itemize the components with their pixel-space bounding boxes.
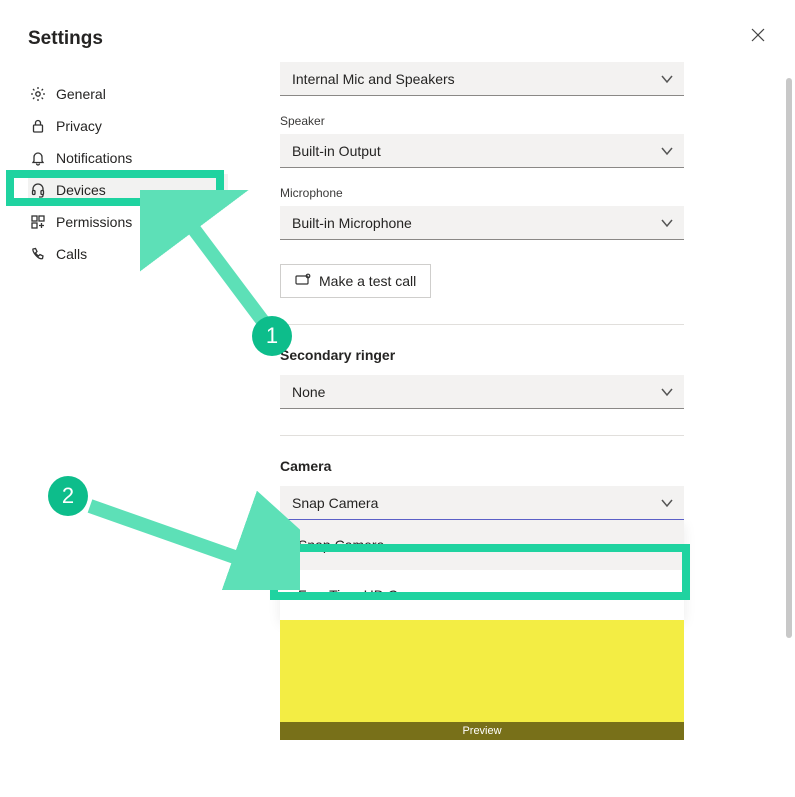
chevron-down-icon bbox=[660, 496, 674, 513]
chevron-down-icon bbox=[660, 216, 674, 233]
phone-icon bbox=[30, 246, 46, 262]
scrollbar-thumb[interactable] bbox=[786, 78, 792, 638]
lock-icon bbox=[30, 118, 46, 134]
settings-sidebar: General Privacy Notifications Devices Pe… bbox=[28, 78, 228, 270]
preview-label: Preview bbox=[280, 722, 684, 740]
annotation-badge-1: 1 bbox=[252, 316, 292, 356]
sidebar-item-label: Devices bbox=[56, 182, 106, 198]
secondary-ringer-dropdown[interactable]: None bbox=[280, 375, 684, 409]
sidebar-item-devices[interactable]: Devices bbox=[28, 174, 228, 206]
microphone-dropdown[interactable]: Built-in Microphone bbox=[280, 206, 684, 240]
dropdown-value: Built-in Output bbox=[292, 143, 381, 159]
chevron-down-icon bbox=[660, 385, 674, 402]
chevron-down-icon bbox=[660, 72, 674, 89]
scrollbar[interactable] bbox=[786, 78, 792, 758]
option-label: Snap Camera bbox=[298, 537, 384, 553]
option-label: FaceTime HD Camera bbox=[298, 587, 438, 603]
dropdown-value: Snap Camera bbox=[292, 495, 378, 511]
camera-option-facetime[interactable]: FaceTime HD Camera bbox=[280, 570, 684, 620]
camera-dropdown[interactable]: Snap Camera bbox=[280, 486, 684, 520]
make-test-call-button[interactable]: Make a test call bbox=[280, 264, 431, 298]
sidebar-item-label: Notifications bbox=[56, 150, 132, 166]
annotation-arrow-2 bbox=[80, 490, 300, 590]
sidebar-item-calls[interactable]: Calls bbox=[28, 238, 228, 270]
annotation-badge-2: 2 bbox=[48, 476, 88, 516]
camera-dropdown-list: Snap Camera FaceTime HD Camera bbox=[280, 520, 684, 620]
sidebar-item-label: Calls bbox=[56, 246, 87, 262]
dropdown-value: Internal Mic and Speakers bbox=[292, 71, 455, 87]
section-divider bbox=[280, 324, 684, 325]
test-call-icon bbox=[295, 273, 311, 290]
sidebar-item-label: General bbox=[56, 86, 106, 102]
section-divider bbox=[280, 435, 684, 436]
secondary-ringer-label: Secondary ringer bbox=[280, 347, 684, 363]
headset-icon bbox=[30, 182, 46, 198]
camera-option-snap-camera[interactable]: Snap Camera bbox=[280, 520, 684, 570]
microphone-label: Microphone bbox=[280, 186, 684, 200]
bell-icon bbox=[30, 150, 46, 166]
sidebar-item-general[interactable]: General bbox=[28, 78, 228, 110]
close-button[interactable] bbox=[751, 28, 771, 48]
camera-preview: Preview bbox=[280, 620, 684, 740]
dropdown-value: None bbox=[292, 384, 325, 400]
sidebar-item-label: Privacy bbox=[56, 118, 102, 134]
sidebar-item-permissions[interactable]: Permissions bbox=[28, 206, 228, 238]
apps-icon bbox=[30, 214, 46, 230]
camera-label: Camera bbox=[280, 458, 684, 474]
devices-panel: Internal Mic and Speakers Speaker Built-… bbox=[280, 62, 684, 740]
chevron-down-icon bbox=[660, 144, 674, 161]
gear-icon bbox=[30, 86, 46, 102]
audio-devices-dropdown[interactable]: Internal Mic and Speakers bbox=[280, 62, 684, 96]
button-label: Make a test call bbox=[319, 273, 416, 289]
dropdown-value: Built-in Microphone bbox=[292, 215, 412, 231]
sidebar-item-privacy[interactable]: Privacy bbox=[28, 110, 228, 142]
speaker-dropdown[interactable]: Built-in Output bbox=[280, 134, 684, 168]
sidebar-item-notifications[interactable]: Notifications bbox=[28, 142, 228, 174]
sidebar-item-label: Permissions bbox=[56, 214, 132, 230]
page-title: Settings bbox=[28, 28, 103, 50]
speaker-label: Speaker bbox=[280, 114, 684, 128]
